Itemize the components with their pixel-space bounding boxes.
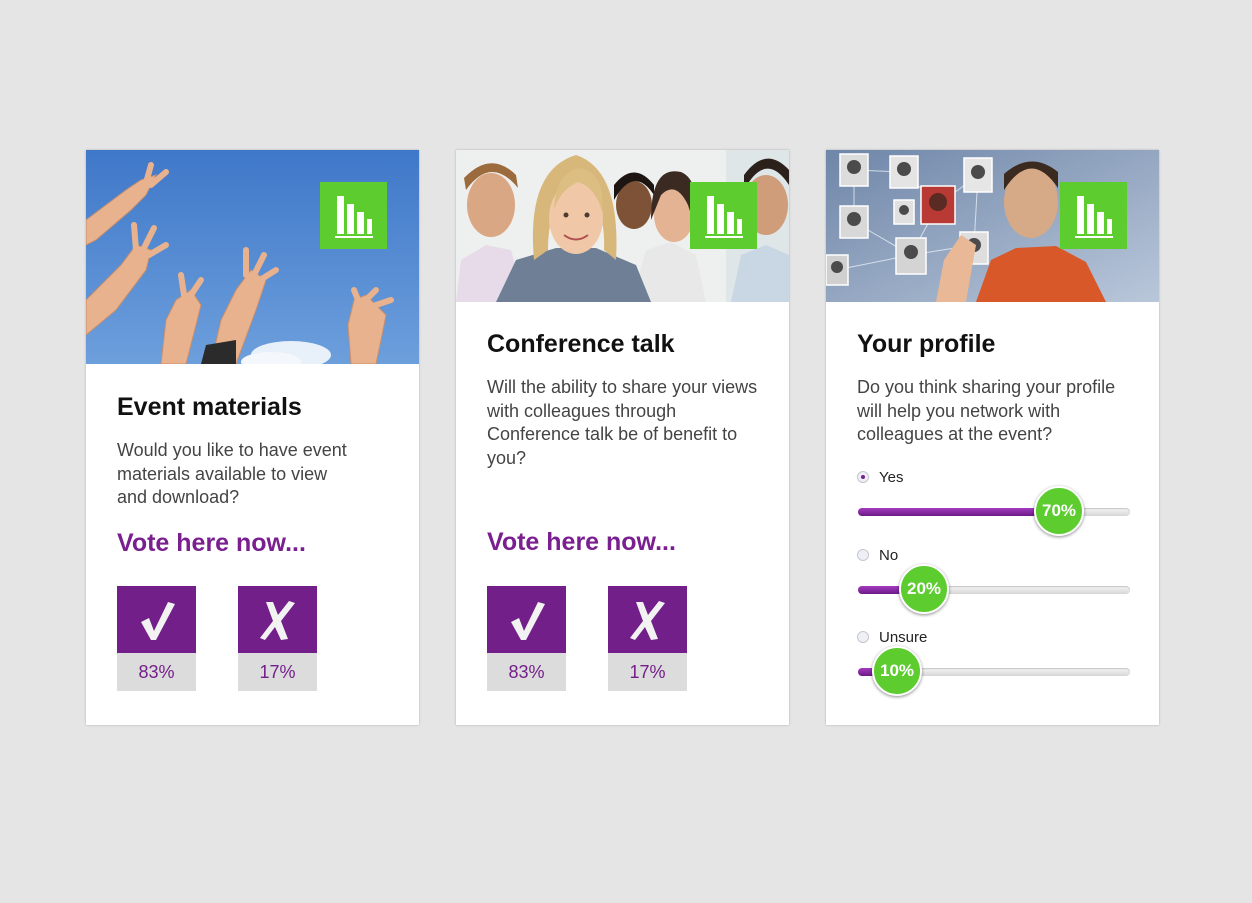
- yes-percent: 83%: [487, 653, 566, 691]
- no-percent: 17%: [238, 653, 317, 691]
- poll-results-button[interactable]: [320, 182, 387, 249]
- poll-question: Would you like to have event materials a…: [117, 440, 347, 507]
- bar-chart-icon: [1075, 196, 1113, 238]
- vote-no-button[interactable]: 17%: [238, 586, 317, 691]
- option-label: Unsure: [879, 629, 928, 646]
- yes-percent: 83%: [117, 653, 196, 691]
- result-slider-unsure[interactable]: 10%: [858, 646, 1130, 696]
- option-radio[interactable]: [857, 549, 869, 561]
- slider-knob[interactable]: 20%: [899, 564, 949, 614]
- option-yes[interactable]: Yes: [857, 468, 1137, 488]
- result-slider-yes[interactable]: 70%: [858, 486, 1130, 536]
- poll-question: Will the ability to share your views wit…: [487, 377, 758, 468]
- no-button-face[interactable]: [608, 586, 687, 653]
- bar-chart-icon: [705, 196, 743, 238]
- vote-yes-button[interactable]: 83%: [117, 586, 196, 691]
- poll-results-button[interactable]: [1060, 182, 1127, 249]
- vote-yes-button[interactable]: 83%: [487, 586, 566, 691]
- checkmark-icon: [140, 601, 175, 640]
- vote-here-link[interactable]: Vote here now...: [117, 529, 306, 558]
- result-slider-no[interactable]: 20%: [858, 564, 1130, 614]
- option-no[interactable]: No: [857, 546, 1137, 566]
- poll-card-event-materials: Event materials Would you like to have e…: [86, 150, 419, 725]
- no-button-face[interactable]: [238, 586, 317, 653]
- checkmark-icon: [510, 601, 545, 640]
- slider-knob[interactable]: 70%: [1034, 486, 1084, 536]
- cross-icon: [259, 600, 295, 640]
- slider-fill: [858, 508, 1047, 516]
- vote-here-link[interactable]: Vote here now...: [487, 528, 676, 557]
- card-title: Your profile: [857, 330, 996, 358]
- option-label: No: [879, 547, 899, 564]
- poll-results-button[interactable]: [690, 182, 757, 249]
- yes-button-face[interactable]: [117, 586, 196, 653]
- option-label: Yes: [879, 469, 904, 486]
- poll-card-conference-talk: Conference talk Will the ability to shar…: [456, 150, 789, 725]
- no-percent: 17%: [608, 653, 687, 691]
- card-title: Event materials: [117, 393, 302, 421]
- poll-card-your-profile: Your profile Do you think sharing your p…: [826, 150, 1159, 725]
- poll-question: Do you think sharing your profile will h…: [857, 377, 1116, 444]
- vote-no-button[interactable]: 17%: [608, 586, 687, 691]
- option-unsure[interactable]: Unsure: [857, 628, 1137, 648]
- yes-button-face[interactable]: [487, 586, 566, 653]
- card-title: Conference talk: [487, 330, 675, 358]
- slider-knob[interactable]: 10%: [872, 646, 922, 696]
- bar-chart-icon: [335, 196, 373, 238]
- cross-icon: [629, 600, 665, 640]
- option-radio[interactable]: [857, 631, 869, 643]
- option-radio[interactable]: [857, 471, 869, 483]
